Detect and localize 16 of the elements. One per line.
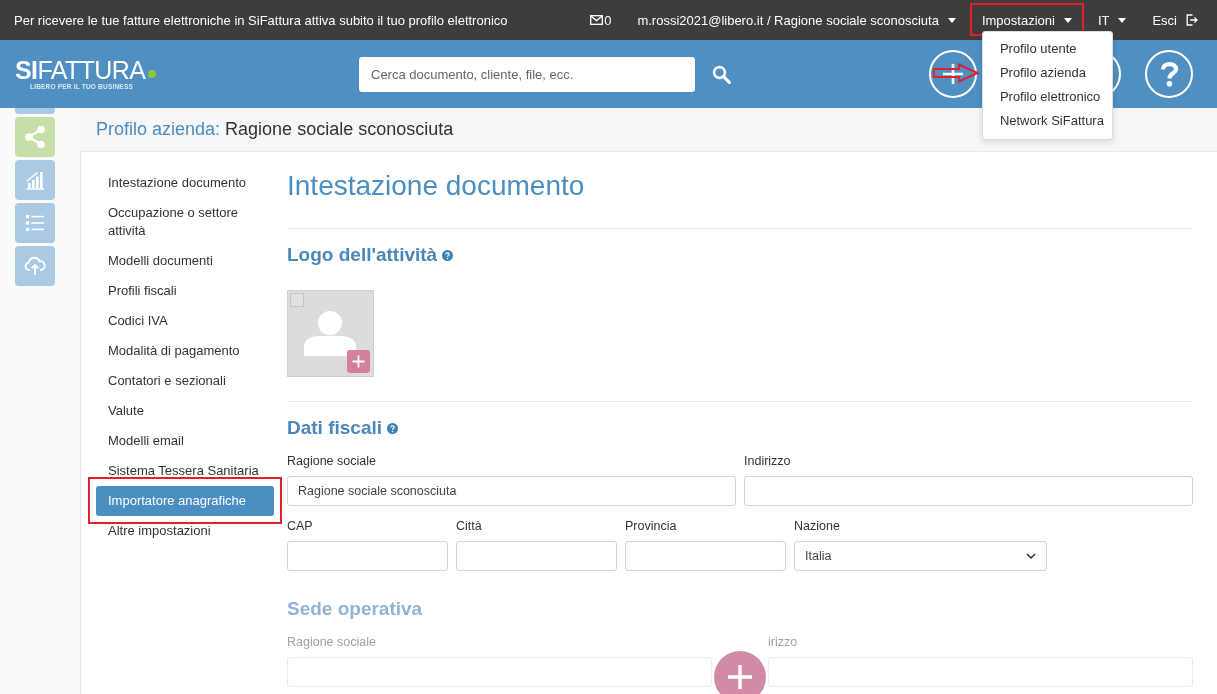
field-label: Città — [456, 518, 483, 535]
field-label: Indirizzo — [744, 453, 792, 470]
field-label: irizzo — [768, 634, 799, 651]
section-heading: Logo dell'attività — [287, 243, 438, 267]
field-label: Provincia — [625, 518, 678, 535]
page-title-label: Profilo azienda: — [96, 119, 221, 140]
brand-name: SIFATTURA — [15, 57, 146, 83]
field-label: CAP — [287, 518, 314, 535]
section-heading: Sede operativa — [287, 597, 423, 621]
section-heading: Dati fiscali — [287, 416, 383, 440]
page-heading: Intestazione documento — [287, 168, 1193, 229]
field-label: Ragione sociale — [287, 453, 377, 470]
field-label: Ragione sociale — [287, 634, 377, 651]
field-label: Nazione — [794, 518, 841, 535]
notice-text: Per ricevere le tue fatture elettroniche in SiFattura attiva subito il tuo profilo elettronico — [14, 12, 508, 28]
page-title-value: Ragione sociale sconosciuta — [225, 119, 454, 140]
